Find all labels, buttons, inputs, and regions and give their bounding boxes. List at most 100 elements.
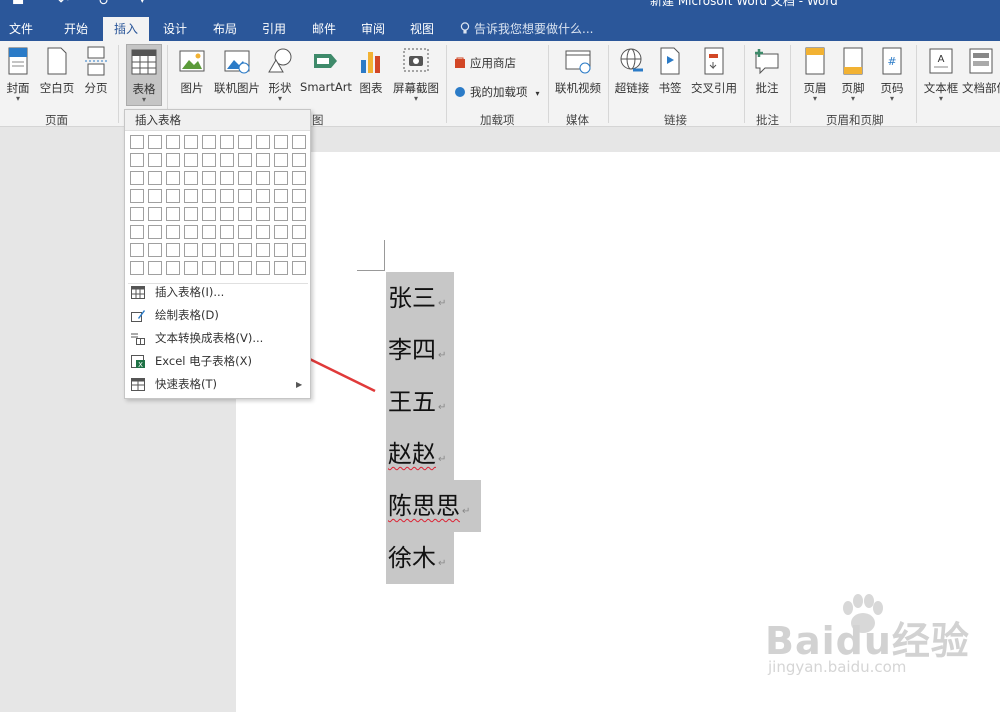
table-grid-cell[interactable] [166, 243, 180, 257]
tab-view[interactable]: 视图 [400, 17, 444, 41]
table-grid-cell[interactable] [166, 153, 180, 167]
doc-line[interactable]: 赵赵 ↵ [386, 428, 454, 480]
table-grid-cell[interactable] [202, 171, 216, 185]
menu-draw-table[interactable]: 绘制表格(D) [125, 304, 310, 327]
menu-quick-tables[interactable]: 快速表格(T) ▶ [125, 373, 310, 396]
shapes-button[interactable]: 形状 ▾ [265, 44, 295, 106]
table-grid-cell[interactable] [292, 189, 306, 203]
footer-button[interactable]: 页脚 ▾ [838, 44, 868, 106]
table-grid-cell[interactable] [292, 261, 306, 275]
online-video-button[interactable]: 联机视频 [553, 44, 603, 106]
table-grid-cell[interactable] [274, 243, 288, 257]
doc-line[interactable]: 张三 ↵ [386, 272, 454, 324]
page-break-button[interactable]: 分页 [82, 44, 110, 106]
table-grid-cell[interactable] [184, 261, 198, 275]
table-grid-cell[interactable] [148, 207, 162, 221]
customize-qat-icon[interactable]: ▾ [140, 0, 145, 6]
table-grid-cell[interactable] [166, 225, 180, 239]
menu-insert-table[interactable]: 插入表格(I)... [125, 281, 310, 304]
tab-insert[interactable]: 插入 [103, 17, 149, 41]
tab-references[interactable]: 引用 [252, 17, 296, 41]
table-grid-cell[interactable] [238, 189, 252, 203]
table-grid-cell[interactable] [130, 225, 144, 239]
table-grid-cell[interactable] [202, 243, 216, 257]
table-grid-cell[interactable] [202, 153, 216, 167]
quick-parts-button[interactable]: 文档部件 [962, 44, 1000, 106]
table-grid-cell[interactable] [184, 207, 198, 221]
table-grid-cell[interactable] [220, 153, 234, 167]
table-grid-cell[interactable] [220, 189, 234, 203]
table-grid-cell[interactable] [220, 225, 234, 239]
table-grid-cell[interactable] [274, 261, 288, 275]
menu-excel-spreadsheet[interactable]: X Excel 电子表格(X) [125, 350, 310, 373]
table-grid-cell[interactable] [202, 135, 216, 149]
table-button[interactable]: 表格 ▾ [126, 44, 162, 106]
table-grid-cell[interactable] [292, 153, 306, 167]
cross-reference-button[interactable]: 交叉引用 [689, 44, 739, 106]
table-grid-cell[interactable] [292, 225, 306, 239]
table-grid-cell[interactable] [130, 207, 144, 221]
table-grid-cell[interactable] [292, 135, 306, 149]
menu-convert-text-to-table[interactable]: 文本转换成表格(V)... [125, 327, 310, 350]
tab-design[interactable]: 设计 [153, 17, 197, 41]
store-button[interactable]: 应用商店 [454, 55, 516, 71]
table-grid-cell[interactable] [256, 153, 270, 167]
table-grid-cell[interactable] [274, 135, 288, 149]
table-grid-cell[interactable] [292, 171, 306, 185]
table-grid-cell[interactable] [166, 261, 180, 275]
tell-me-box[interactable]: 告诉我您想要做什么... [460, 17, 593, 41]
table-grid-cell[interactable] [148, 135, 162, 149]
doc-line[interactable]: 陈思思 ↵ [386, 480, 481, 532]
table-grid-cell[interactable] [202, 189, 216, 203]
hyperlink-button[interactable]: 超链接 [613, 44, 651, 106]
my-addins-button[interactable]: 我的加载项 ▾ [454, 84, 540, 100]
table-grid-cell[interactable] [220, 171, 234, 185]
table-grid-cell[interactable] [274, 189, 288, 203]
table-grid-cell[interactable] [148, 261, 162, 275]
table-grid-cell[interactable] [238, 171, 252, 185]
table-grid-cell[interactable] [238, 153, 252, 167]
table-grid-cell[interactable] [256, 261, 270, 275]
tab-layout[interactable]: 布局 [203, 17, 247, 41]
table-grid-cell[interactable] [220, 261, 234, 275]
redo-icon[interactable]: ↻ [98, 0, 109, 9]
blank-page-button[interactable]: 空白页 [38, 44, 76, 106]
save-icon[interactable]: ▬ [12, 0, 24, 9]
table-grid-cell[interactable] [130, 153, 144, 167]
table-grid-cell[interactable] [184, 225, 198, 239]
table-grid-cell[interactable] [274, 207, 288, 221]
tab-review[interactable]: 审阅 [351, 17, 395, 41]
table-grid-cell[interactable] [166, 207, 180, 221]
table-grid-cell[interactable] [202, 207, 216, 221]
cover-page-button[interactable]: 封面 ▾ [3, 44, 33, 106]
table-grid-cell[interactable] [148, 153, 162, 167]
table-grid-cell[interactable] [238, 207, 252, 221]
header-button[interactable]: 页眉 ▾ [800, 44, 830, 106]
table-grid-cell[interactable] [238, 225, 252, 239]
table-grid-cell[interactable] [274, 153, 288, 167]
doc-line[interactable]: 王五 ↵ [386, 376, 454, 428]
table-grid-cell[interactable] [166, 135, 180, 149]
table-grid-cell[interactable] [148, 225, 162, 239]
table-grid-cell[interactable] [256, 225, 270, 239]
page-number-button[interactable]: # 页码 ▾ [876, 44, 908, 106]
chart-button[interactable]: 图表 [356, 44, 386, 106]
table-grid-cell[interactable] [202, 225, 216, 239]
online-picture-button[interactable]: 联机图片 [211, 44, 263, 106]
doc-line[interactable]: 李四 ↵ [386, 324, 454, 376]
bookmark-button[interactable]: 书签 [655, 44, 685, 106]
tab-home[interactable]: 开始 [54, 17, 98, 41]
table-grid-cell[interactable] [166, 171, 180, 185]
table-grid-cell[interactable] [274, 225, 288, 239]
table-grid-cell[interactable] [220, 207, 234, 221]
table-grid-cell[interactable] [184, 153, 198, 167]
table-grid-cell[interactable] [238, 261, 252, 275]
smartart-button[interactable]: SmartArt [300, 44, 352, 106]
comment-button[interactable]: 批注 [751, 44, 783, 106]
tab-file[interactable]: 文件 [0, 17, 42, 41]
table-grid-cell[interactable] [274, 171, 288, 185]
table-grid-cell[interactable] [166, 189, 180, 203]
textbox-button[interactable]: A 文本框 ▾ [922, 44, 960, 106]
table-grid-cell[interactable] [148, 171, 162, 185]
table-grid-cell[interactable] [220, 243, 234, 257]
